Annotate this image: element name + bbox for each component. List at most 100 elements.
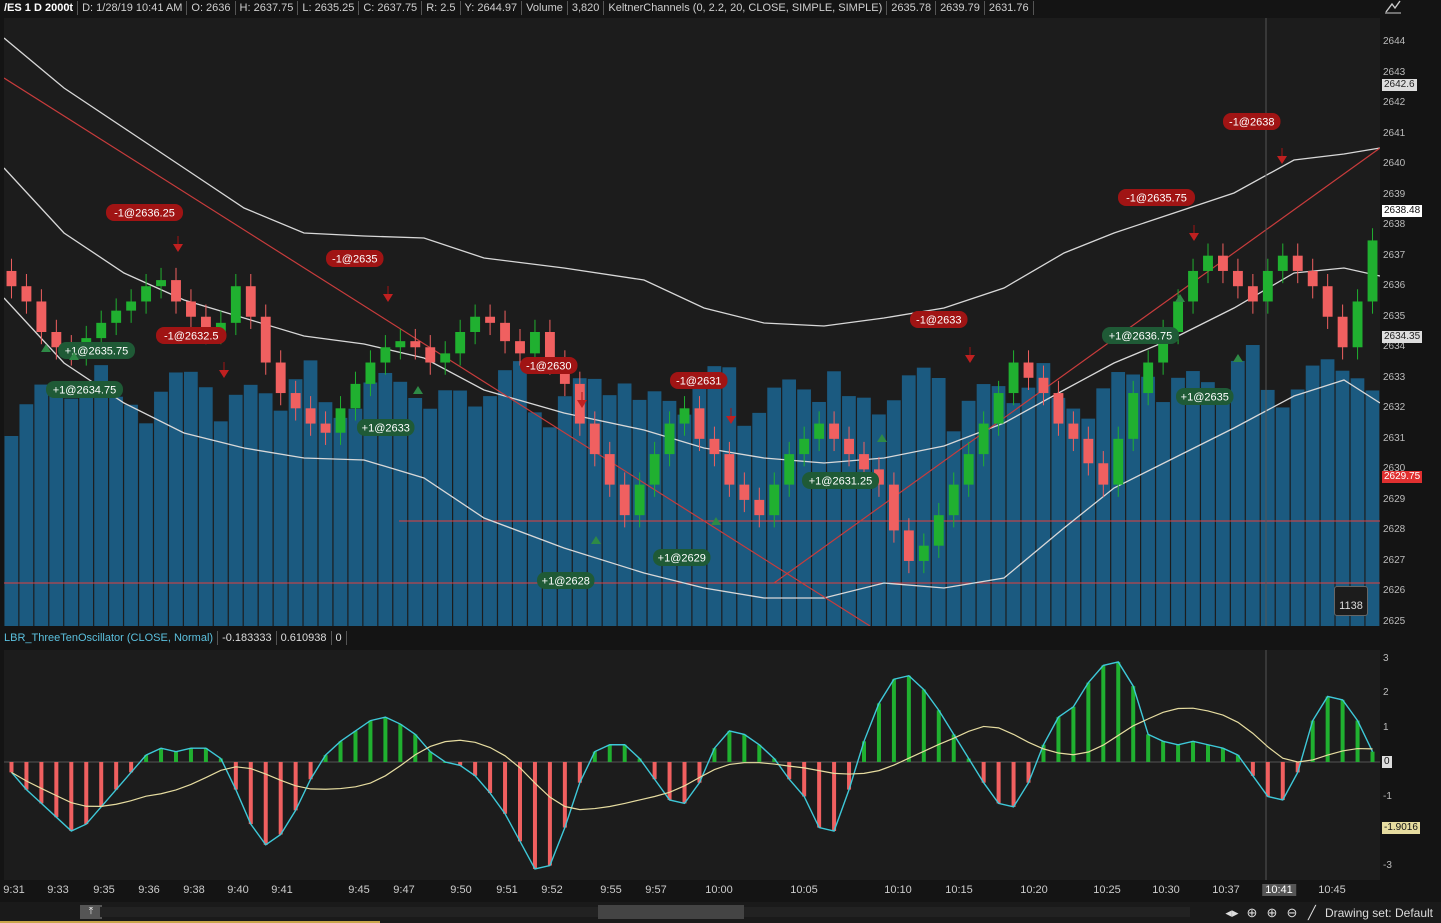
candle-down <box>739 484 750 500</box>
volume-bar <box>1171 377 1185 626</box>
oscillator-value-1: -0.183333 <box>218 631 277 645</box>
volume-bar <box>1201 382 1215 626</box>
volume-bar <box>273 410 288 626</box>
volume-bar <box>677 414 692 626</box>
candle-down <box>485 316 496 323</box>
time-tick-label: 10:05 <box>790 884 818 896</box>
candle-down <box>844 438 854 455</box>
volume-label[interactable]: Volume <box>522 1 568 15</box>
candle-up <box>96 322 107 339</box>
oscillator-bar-positive <box>1340 699 1345 762</box>
candle-down <box>724 454 735 485</box>
keltner-study-label[interactable]: KeltnerChannels (0, 2.2, 20, CLOSE, SIMP… <box>604 1 888 15</box>
pan-arrows-icon[interactable]: ◂▸ <box>1225 905 1239 921</box>
trade-fill-label: -1@2633 <box>916 315 961 327</box>
candle-up <box>126 301 137 311</box>
chart-scrollbar[interactable]: ⤒ ◂▸ ⊕ ⊕ ⊖ ╱ Drawing set: Default <box>0 902 1441 923</box>
candle-down <box>754 499 765 516</box>
price-chart-svg[interactable]: -1@2636.25 -1@2632.5 -1@2635 -1@2630 -1@2631… <box>4 18 1380 626</box>
time-tick-label: 10:41 <box>1262 884 1296 896</box>
drawing-tool-icon[interactable]: ╱ <box>1305 905 1319 921</box>
scroll-thumb[interactable] <box>598 905 744 919</box>
candle-up <box>350 383 361 409</box>
volume-bar <box>139 423 153 626</box>
oscillator-bar-positive <box>1086 682 1091 762</box>
volume-bar <box>946 431 961 626</box>
candle-down <box>410 341 421 348</box>
range-value: R: 2.5 <box>422 1 461 15</box>
candle-up <box>799 438 810 455</box>
candle-down <box>1068 423 1079 439</box>
candle-up <box>1277 255 1288 271</box>
candle-down <box>290 393 301 409</box>
price-tick: 2643 <box>1383 66 1406 78</box>
drawing-set-label[interactable]: Drawing set: Default <box>1325 906 1433 920</box>
volume-bar <box>64 398 79 626</box>
trade-fill-label: +1@2636.75 <box>1109 331 1172 343</box>
trade-fill-label: +1@2629 <box>658 553 706 565</box>
oscillator-pane[interactable] <box>4 650 1380 880</box>
price-tick: 2640 <box>1383 158 1406 170</box>
volume-bar <box>901 375 916 626</box>
time-tick-label: 10:10 <box>884 884 912 896</box>
candle-up <box>111 310 122 323</box>
oscillator-bar-negative <box>84 762 89 825</box>
candle-up <box>395 341 406 348</box>
volume-bar <box>333 417 348 626</box>
candle-up <box>963 454 974 485</box>
price-tick: 2634 <box>1383 341 1406 353</box>
oscillator-bar-negative <box>1265 762 1270 797</box>
sell-fill-bubble: -1@2633 <box>910 311 975 363</box>
time-tick-label: 10:25 <box>1093 884 1121 896</box>
chart-settings-icon[interactable] <box>1384 0 1404 16</box>
zoom-out-icon[interactable]: ⊖ <box>1285 905 1299 921</box>
price-axis[interactable]: 2644 2643 2642 2641 2640 2639 2638 2637 2636 2635… <box>1380 18 1441 627</box>
candle-down <box>619 484 630 516</box>
oscillator-bar-negative <box>832 762 837 831</box>
high-value: H: 2637.75 <box>236 1 299 15</box>
sell-arrow-icon <box>1277 156 1287 164</box>
date-label: D: 1/28/19 10:41 AM <box>78 1 188 15</box>
oscillator-bar-positive <box>1116 661 1121 762</box>
time-tick-label: 9:55 <box>600 884 622 896</box>
candle-down <box>1053 393 1064 424</box>
candle-up <box>1128 393 1139 439</box>
sell-fill-bubble: -1@2638 <box>1223 113 1287 164</box>
oscillator-bar-negative <box>54 762 59 818</box>
volume-bar <box>124 404 138 626</box>
oscillator-bar-positive <box>607 744 612 762</box>
price-pane[interactable]: -1@2636.25 -1@2632.5 -1@2635 -1@2630 -1@2631… <box>4 18 1380 626</box>
oscillator-bar-positive <box>891 679 896 762</box>
oscillator-bar-positive <box>742 734 747 762</box>
candle-up <box>455 332 466 354</box>
volume-bar <box>378 372 393 626</box>
time-tick-label: 10:15 <box>945 884 973 896</box>
oscillator-study-label[interactable]: LBR_ThreeTenOscillator (CLOSE, Normal) <box>0 631 219 645</box>
scroll-to-start-button[interactable]: ⤒ <box>80 905 102 919</box>
candle-down <box>1218 255 1228 271</box>
zoom-in-icon[interactable]: ⊕ <box>1265 905 1279 921</box>
time-axis[interactable]: 9:31 9:33 9:35 9:36 9:38 9:40 9:41 9:45 9:47 9:50… <box>3 882 1380 900</box>
volume-bar <box>1305 365 1320 626</box>
crosshair-icon[interactable]: ⊕ <box>1245 905 1259 921</box>
time-tick-label: 10:37 <box>1212 884 1240 896</box>
candle-up <box>784 454 795 485</box>
oscillator-bar-positive <box>353 730 358 762</box>
sell-arrow-icon <box>965 355 975 363</box>
symbol-label[interactable]: /ES 1 D 2000t <box>0 1 79 15</box>
volume-bar <box>857 397 871 626</box>
volume-bar <box>647 391 662 626</box>
volume-bar <box>423 408 438 626</box>
price-tick: 2642 <box>1383 97 1406 109</box>
oscillator-axis[interactable]: 3210-1-2-3-1.90160 <box>1380 650 1441 880</box>
oscillator-chart-svg[interactable] <box>4 650 1380 880</box>
oscillator-tick: 2 <box>1383 687 1389 698</box>
volume-bar <box>483 396 497 626</box>
volume-bar <box>49 383 64 626</box>
candle-down <box>1307 270 1318 287</box>
candle-down <box>320 423 331 433</box>
low-value: L: 2635.25 <box>298 1 360 15</box>
oscillator-bar-negative <box>99 762 104 807</box>
time-tick-label: 9:51 <box>496 884 518 896</box>
oscillator-bar-negative <box>69 762 74 831</box>
